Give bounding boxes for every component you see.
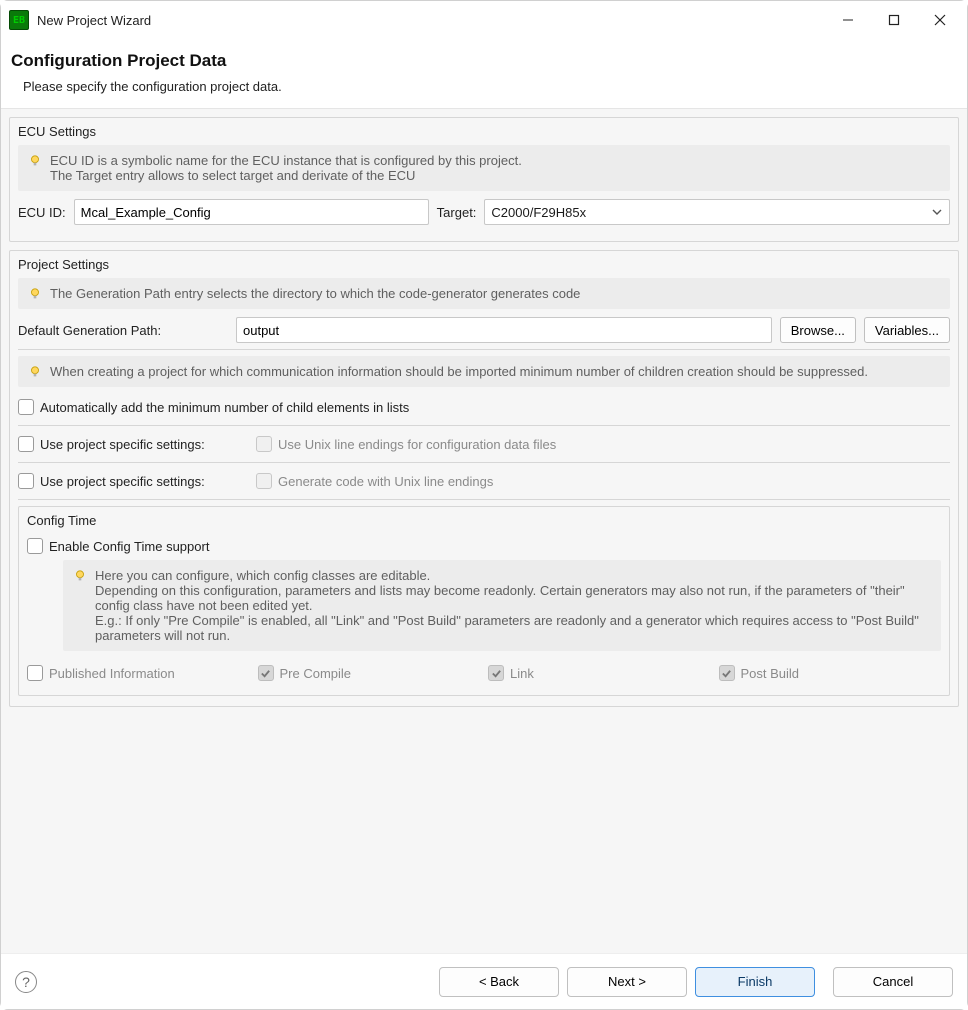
window-title: New Project Wizard	[37, 13, 151, 28]
help-button[interactable]: ?	[15, 971, 37, 993]
genpath-hint-text: The Generation Path entry selects the di…	[50, 286, 580, 301]
config-time-hint-line1: Here you can configure, which config cla…	[95, 568, 931, 583]
variables-button[interactable]: Variables...	[864, 317, 950, 343]
back-button[interactable]: < Back	[439, 967, 559, 997]
close-icon	[934, 14, 946, 26]
lightbulb-icon	[28, 154, 42, 168]
config-time-hint-line3: E.g.: If only "Pre Compile" is enabled, …	[95, 613, 931, 643]
published-info-label: Published Information	[49, 666, 175, 681]
maximize-button[interactable]	[871, 4, 917, 36]
children-hint-banner: When creating a project for which commun…	[18, 356, 950, 387]
cancel-button[interactable]: Cancel	[833, 967, 953, 997]
use-specific-2-checkbox[interactable]	[18, 473, 34, 489]
unix-gen-label: Generate code with Unix line endings	[278, 474, 493, 489]
ecu-hint-line2: The Target entry allows to select target…	[50, 168, 522, 183]
ecu-id-input[interactable]	[74, 199, 429, 225]
auto-add-checkbox[interactable]	[18, 399, 34, 415]
page-title: Configuration Project Data	[11, 51, 951, 71]
genpath-label: Default Generation Path:	[18, 323, 228, 338]
close-button[interactable]	[917, 4, 963, 36]
enable-config-time-checkbox[interactable]	[27, 538, 43, 554]
wizard-header: Configuration Project Data Please specif…	[1, 39, 967, 109]
config-time-group: Config Time Enable Config Time support H…	[18, 506, 950, 696]
lightbulb-icon	[28, 287, 42, 301]
precompile-checkbox	[258, 665, 274, 681]
postbuild-checkbox	[719, 665, 735, 681]
chevron-down-icon	[931, 206, 943, 218]
use-specific-1-label: Use project specific settings:	[40, 437, 250, 452]
link-checkbox	[488, 665, 504, 681]
use-specific-1-checkbox[interactable]	[18, 436, 34, 452]
lightbulb-icon	[28, 365, 42, 379]
config-time-legend: Config Time	[27, 513, 941, 534]
target-label: Target:	[437, 205, 477, 220]
wizard-body: ECU Settings ECU ID is a symbolic name f…	[1, 109, 967, 953]
target-select-value: C2000/F29H85x	[491, 205, 586, 220]
link-label: Link	[510, 666, 534, 681]
genpath-input[interactable]	[236, 317, 772, 343]
ecu-settings-legend: ECU Settings	[18, 124, 950, 145]
next-button[interactable]: Next >	[567, 967, 687, 997]
finish-button[interactable]: Finish	[695, 967, 815, 997]
published-info-checkbox[interactable]	[27, 665, 43, 681]
help-icon: ?	[22, 974, 30, 990]
precompile-label: Pre Compile	[280, 666, 352, 681]
target-select[interactable]: C2000/F29H85x	[484, 199, 950, 225]
wizard-footer: ? < Back Next > Finish Cancel	[1, 953, 967, 1009]
unix-gen-checkbox	[256, 473, 272, 489]
auto-add-label: Automatically add the minimum number of …	[40, 400, 409, 415]
app-icon: EB	[9, 10, 29, 30]
ecu-id-label: ECU ID:	[18, 205, 66, 220]
project-settings-legend: Project Settings	[18, 257, 950, 278]
minimize-button[interactable]	[825, 4, 871, 36]
lightbulb-icon	[73, 569, 87, 583]
config-time-hint-line2: Depending on this configuration, paramet…	[95, 583, 931, 613]
genpath-hint-banner: The Generation Path entry selects the di…	[18, 278, 950, 309]
unix-cfg-checkbox	[256, 436, 272, 452]
config-time-hint-banner: Here you can configure, which config cla…	[63, 560, 941, 651]
titlebar: EB New Project Wizard	[1, 1, 967, 39]
ecu-hint-line1: ECU ID is a symbolic name for the ECU in…	[50, 153, 522, 168]
ecu-settings-group: ECU Settings ECU ID is a symbolic name f…	[9, 117, 959, 242]
browse-button[interactable]: Browse...	[780, 317, 856, 343]
unix-cfg-label: Use Unix line endings for configuration …	[278, 437, 556, 452]
use-specific-2-label: Use project specific settings:	[40, 474, 250, 489]
ecu-hint-banner: ECU ID is a symbolic name for the ECU in…	[18, 145, 950, 191]
maximize-icon	[888, 14, 900, 26]
minimize-icon	[842, 14, 854, 26]
enable-config-time-label: Enable Config Time support	[49, 539, 209, 554]
page-subtitle: Please specify the configuration project…	[23, 79, 951, 94]
project-settings-group: Project Settings The Generation Path ent…	[9, 250, 959, 707]
postbuild-label: Post Build	[741, 666, 800, 681]
children-hint-text: When creating a project for which commun…	[50, 364, 868, 379]
